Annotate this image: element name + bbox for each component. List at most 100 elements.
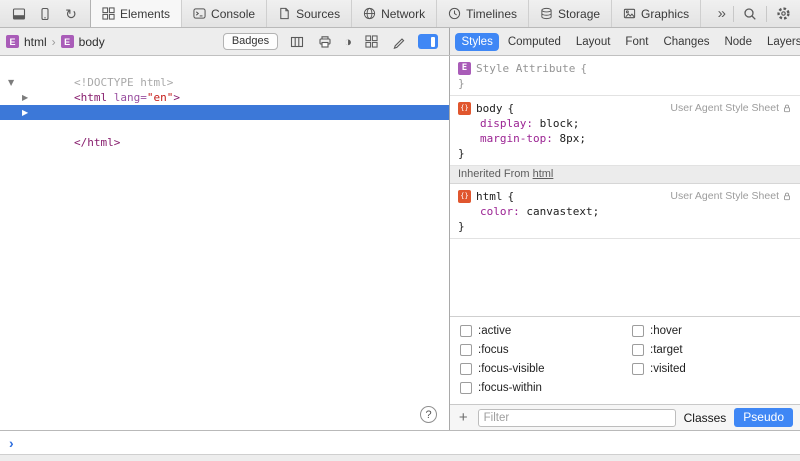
- brush-icon[interactable]: [390, 32, 408, 52]
- disclosure-collapsed-icon[interactable]: ▶: [22, 90, 28, 105]
- disclosure-collapsed-icon[interactable]: ▶: [22, 105, 28, 120]
- print-styles-icon[interactable]: [316, 32, 334, 52]
- dom-tree-panel: <!DOCTYPE html> ▼<html lang="en"> ▶<head…: [0, 56, 450, 430]
- disclosure-expanded-icon[interactable]: ▼: [8, 75, 14, 90]
- tab-elements[interactable]: Elements: [90, 0, 181, 27]
- styles-sidebar: E Style Attribute { } {} body { User Age…: [450, 56, 800, 430]
- pseudo-states-panel: :active :focus :focus-visible :focus-wit…: [450, 316, 800, 404]
- toggle-sidebar-icon[interactable]: [418, 34, 438, 49]
- open-brace: {: [508, 101, 515, 116]
- tab-network[interactable]: Network: [351, 0, 436, 27]
- pseudo-target-row: :target: [632, 344, 686, 356]
- close-brace: }: [458, 76, 792, 91]
- origin-label: User Agent Style Sheet: [670, 189, 779, 204]
- sidebar-tab-layout[interactable]: Layout: [569, 33, 617, 51]
- origin-label: User Agent Style Sheet: [670, 101, 779, 116]
- checkbox-target[interactable]: [632, 344, 644, 356]
- inherited-node-link[interactable]: html: [533, 168, 554, 180]
- timelines-icon: [448, 7, 461, 20]
- elements-icon: [102, 7, 115, 20]
- pseudo-label: :visited: [650, 363, 686, 375]
- network-icon: [363, 7, 376, 20]
- grid-overlay-icon[interactable]: [362, 32, 380, 52]
- pseudo-label: :active: [478, 325, 511, 337]
- checkbox-visited[interactable]: [632, 363, 644, 375]
- sidebar-tab-computed[interactable]: Computed: [501, 33, 567, 51]
- body-line-selected[interactable]: ▶<body>…</body>= $0: [0, 105, 449, 120]
- tab-label: Console: [211, 7, 255, 21]
- checkbox-focus-within[interactable]: [460, 382, 472, 394]
- tab-sources[interactable]: Sources: [266, 0, 351, 27]
- html-close-line[interactable]: </html>: [0, 120, 449, 135]
- tab-label: Storage: [558, 7, 600, 21]
- quick-console[interactable]: ›: [0, 430, 800, 454]
- gear-icon[interactable]: [774, 4, 792, 24]
- checkbox-active[interactable]: [460, 325, 472, 337]
- add-rule-icon[interactable]: +: [457, 410, 470, 425]
- dock-bottom-icon[interactable]: [10, 4, 28, 24]
- rule-selector[interactable]: body: [476, 101, 503, 116]
- inherited-from-header: Inherited From html: [450, 166, 800, 184]
- tab-timelines[interactable]: Timelines: [436, 0, 528, 27]
- sidebar-tab-node[interactable]: Node: [718, 33, 759, 51]
- element-badge-icon: E: [61, 35, 74, 48]
- rule-selector[interactable]: html: [476, 189, 503, 204]
- search-icon[interactable]: [741, 4, 759, 24]
- sources-icon: [278, 7, 291, 20]
- head-line[interactable]: ▶<head>…</head>: [0, 90, 449, 105]
- close-brace: }: [458, 146, 792, 161]
- sidebar-tab-bar: Styles Computed Layout Font Changes Node…: [450, 28, 800, 55]
- breadcrumb: E html › E body: [6, 35, 105, 49]
- pseudo-focus-row: :focus: [460, 344, 632, 356]
- reload-icon[interactable]: ↻: [62, 4, 80, 24]
- lock-icon: [782, 191, 792, 202]
- elements-toolbar-buttons: Badges ◑: [223, 32, 443, 52]
- rule-origin: User Agent Style Sheet: [670, 189, 792, 204]
- help-button[interactable]: ?: [420, 406, 437, 423]
- tab-label: Graphics: [641, 7, 689, 21]
- toolbar-right-controls: »: [710, 0, 800, 27]
- doctype-line[interactable]: <!DOCTYPE html>: [0, 60, 449, 75]
- checkbox-focus[interactable]: [460, 344, 472, 356]
- divider: [766, 6, 767, 22]
- pseudo-active-row: :active: [460, 325, 632, 337]
- breadcrumb-item-html[interactable]: html: [24, 35, 47, 49]
- open-brace: {: [508, 189, 515, 204]
- device-icon[interactable]: [36, 4, 54, 24]
- sidebar-tab-styles[interactable]: Styles: [455, 33, 499, 51]
- appearance-contrast-icon[interactable]: ◑: [344, 35, 352, 48]
- css-rule-icon: {}: [458, 190, 471, 203]
- css-property[interactable]: display: block;: [480, 116, 792, 131]
- rulers-icon[interactable]: [288, 32, 306, 52]
- checkbox-focus-visible[interactable]: [460, 363, 472, 375]
- element-badge-icon: E: [458, 62, 471, 75]
- tab-graphics[interactable]: Graphics: [611, 0, 701, 27]
- css-property[interactable]: color: canvastext;: [480, 204, 792, 219]
- pseudo-label: :hover: [650, 325, 682, 337]
- sidebar-tab-layers[interactable]: Layers: [760, 33, 800, 51]
- sidebar-tab-changes[interactable]: Changes: [657, 33, 716, 51]
- main-toolbar: ↻ Elements Console Sources Network Timel…: [0, 0, 800, 28]
- body-rule-section: {} body { User Agent Style Sheet display…: [450, 96, 800, 166]
- bottom-status-strip: [0, 454, 800, 461]
- styles-filter-bar: + Classes Pseudo: [450, 404, 800, 430]
- pseudo-visited-row: :visited: [632, 363, 686, 375]
- badges-button[interactable]: Badges: [223, 33, 278, 50]
- tab-storage[interactable]: Storage: [528, 0, 611, 27]
- checkbox-hover[interactable]: [632, 325, 644, 337]
- html-open-line[interactable]: ▼<html lang="en">: [0, 75, 449, 90]
- lock-icon: [782, 103, 792, 114]
- breadcrumb-item-body[interactable]: body: [79, 35, 105, 49]
- tab-label: Elements: [120, 7, 170, 21]
- overflow-chevrons-icon[interactable]: »: [718, 6, 726, 21]
- pseudo-focus-within-row: :focus-within: [460, 382, 632, 394]
- console-prompt-icon: ›: [9, 436, 14, 450]
- tab-console[interactable]: Console: [181, 0, 266, 27]
- classes-button[interactable]: Classes: [684, 411, 727, 425]
- pseudo-focus-visible-row: :focus-visible: [460, 363, 632, 375]
- css-property[interactable]: margin-top: 8px;: [480, 131, 792, 146]
- sidebar-tab-font[interactable]: Font: [619, 33, 655, 51]
- filter-input[interactable]: [478, 409, 676, 427]
- console-icon: [193, 7, 206, 20]
- pseudo-button[interactable]: Pseudo: [734, 408, 793, 427]
